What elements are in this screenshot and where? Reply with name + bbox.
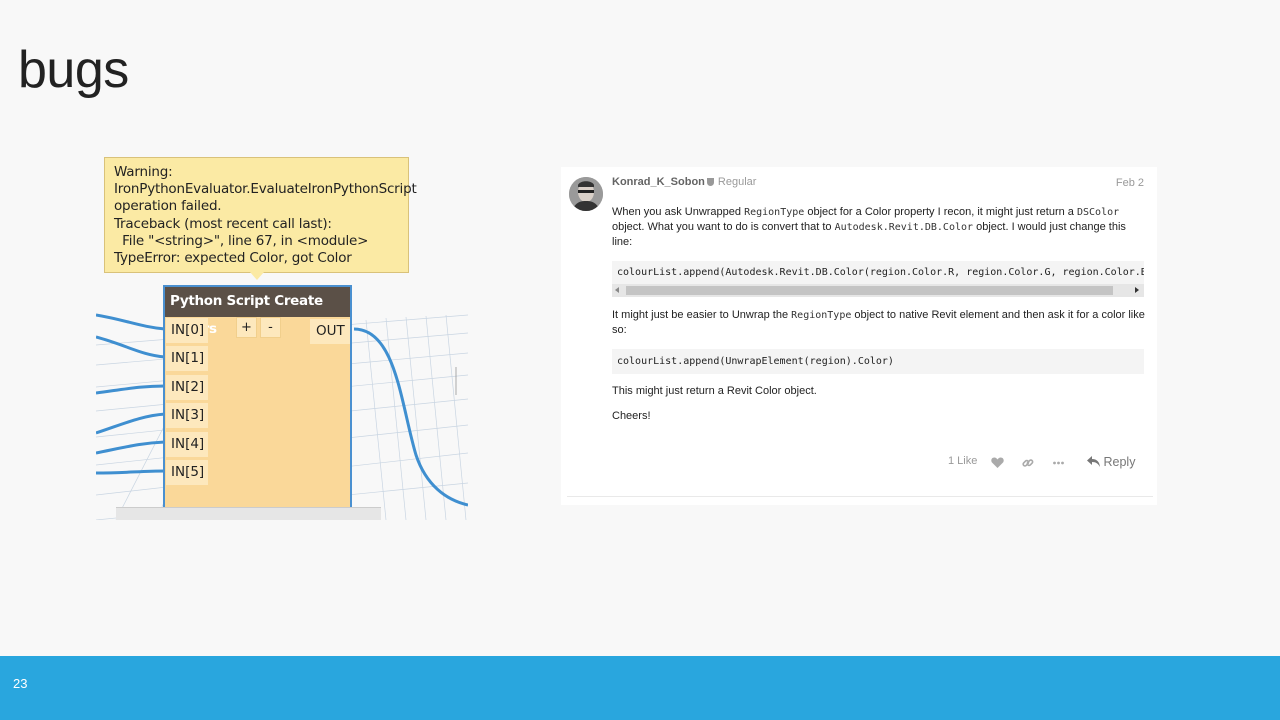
heart-icon[interactable] (991, 457, 1004, 468)
avatar[interactable] (569, 177, 603, 211)
forum-post: Konrad_K_Sobon Regular Feb 2 When you ask… (561, 167, 1157, 505)
input-port-2[interactable]: IN[2] (166, 375, 208, 400)
inline-code: RegionType (744, 207, 805, 218)
like-count[interactable]: 1 Like (948, 455, 977, 467)
post-paragraph-3: This might just return a Revit Color obj… (612, 385, 817, 397)
text: object. What you want to do is convert t… (612, 221, 835, 233)
shield-icon (706, 178, 714, 186)
input-port-3[interactable]: IN[3] (166, 403, 208, 428)
output-port[interactable]: OUT (310, 319, 350, 344)
reply-button[interactable]: Reply (1087, 455, 1135, 469)
more-icon[interactable] (1053, 461, 1064, 465)
slide-title: bugs (18, 41, 129, 99)
scroll-right-icon[interactable] (1135, 287, 1139, 293)
code-block-1[interactable]: colourList.append(Autodesk.Revit.DB.Colo… (612, 261, 1144, 284)
post-author: Konrad_K_Sobon Regular (612, 176, 756, 188)
remove-input-button[interactable]: - (260, 317, 281, 338)
post-date[interactable]: Feb 2 (1116, 177, 1144, 189)
scrollbar-thumb[interactable] (626, 286, 1113, 295)
user-title: Regular (717, 176, 757, 188)
add-input-button[interactable]: + (236, 317, 257, 338)
link-icon[interactable] (1022, 457, 1034, 469)
input-port-0[interactable]: IN[0] (166, 318, 208, 343)
text: object for a Color property I recon, it … (804, 206, 1077, 218)
post-paragraph-1: When you ask Unwrapped RegionType object… (612, 205, 1147, 250)
scroll-left-icon[interactable] (615, 287, 619, 293)
reply-icon (1087, 456, 1100, 467)
post-divider (567, 496, 1153, 497)
text: It might just be easier to Unwrap the (612, 309, 792, 321)
warning-tooltip-pointer (250, 272, 264, 280)
node-footer (116, 507, 381, 520)
input-port-1[interactable]: IN[1] (166, 346, 208, 371)
inline-code: DSColor (1076, 207, 1120, 218)
author-name[interactable]: Konrad_K_Sobon (612, 176, 705, 188)
warning-tooltip: Warning: IronPythonEvaluator.EvaluateIro… (104, 157, 417, 273)
dynamo-screenshot: Warning: IronPythonEvaluator.EvaluateIro… (96, 155, 468, 520)
footer-bar: 23 (0, 656, 1280, 720)
input-port-4[interactable]: IN[4] (166, 432, 208, 457)
post-paragraph-2: It might just be easier to Unwrap the Re… (612, 308, 1147, 338)
page-number: 23 (13, 676, 28, 691)
inline-code: Autodesk.Revit.DB.Color (834, 222, 974, 233)
horizontal-scrollbar[interactable] (612, 284, 1144, 297)
python-script-node[interactable]: Python Script Create Filters IN[0] IN[1]… (163, 285, 352, 510)
post-paragraph-4: Cheers! (612, 410, 651, 422)
code-block-2[interactable]: colourList.append(UnwrapElement(region).… (612, 349, 1144, 374)
node-title: Python Script Create Filters (165, 287, 350, 337)
inline-code: RegionType (791, 310, 852, 321)
reply-label: Reply (1103, 455, 1136, 469)
input-port-5[interactable]: IN[5] (166, 460, 208, 485)
text: When you ask Unwrapped (612, 206, 745, 218)
